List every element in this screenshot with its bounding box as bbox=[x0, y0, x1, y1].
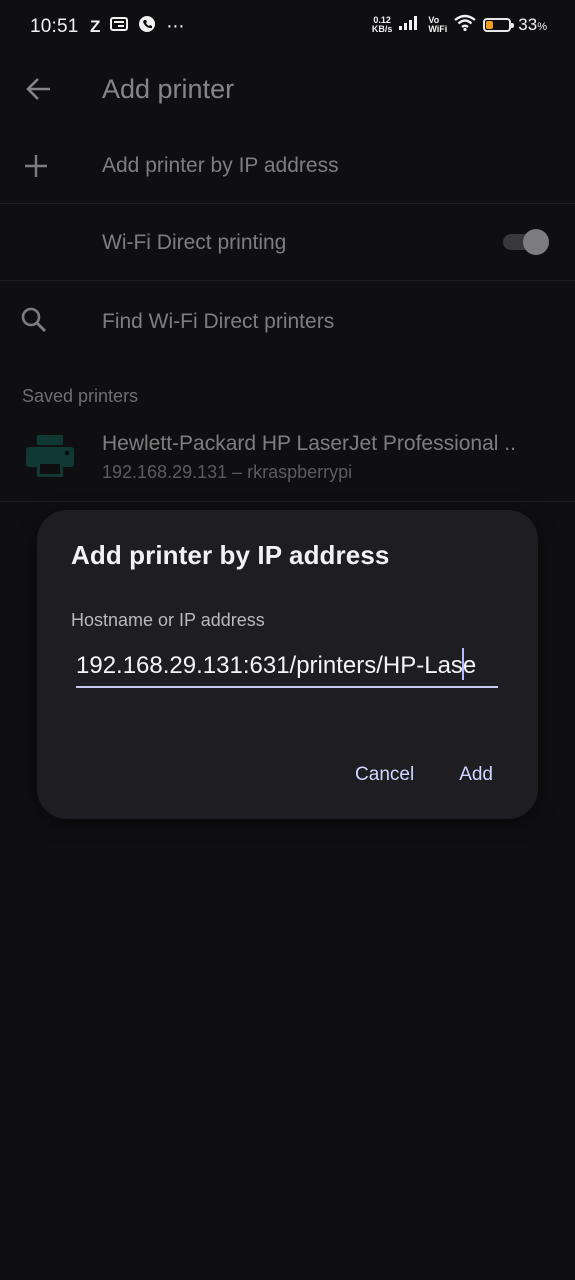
page-title: Add printer bbox=[102, 74, 235, 104]
wifi-direct-label: Wi-Fi Direct printing bbox=[102, 231, 287, 254]
screen: 10:51 Z ⋯ 0.12 KB/s Vo WiFi 33% Add prin… bbox=[0, 0, 575, 1280]
find-wifi-direct-label: Find Wi-Fi Direct printers bbox=[102, 310, 335, 333]
add-by-ip-row[interactable]: Add printer by IP address bbox=[0, 128, 575, 204]
hostname-field-label: Hostname or IP address bbox=[71, 610, 265, 630]
add-button[interactable]: Add bbox=[459, 764, 493, 786]
notification-icons: Z ⋯ bbox=[90, 15, 185, 38]
search-icon bbox=[21, 307, 47, 333]
battery-icon bbox=[483, 18, 515, 32]
find-wifi-direct-row[interactable]: Find Wi-Fi Direct printers bbox=[0, 282, 575, 358]
net-speed-unit: KB/s bbox=[371, 24, 393, 34]
printer-icon bbox=[26, 435, 74, 477]
vowifi-line2: WiFi bbox=[428, 24, 448, 34]
plus-icon bbox=[25, 155, 47, 177]
wifi-direct-row[interactable]: Wi-Fi Direct printing bbox=[0, 205, 575, 281]
status-time: 10:51 bbox=[30, 16, 79, 37]
dialog-actions: Cancel Add bbox=[355, 764, 493, 786]
phone-app-icon bbox=[138, 15, 156, 38]
network-speed: 0.12 KB/s bbox=[372, 16, 393, 34]
battery-percent-sign: % bbox=[537, 21, 547, 33]
dialog-title: Add printer by IP address bbox=[71, 540, 390, 570]
text-cursor bbox=[462, 648, 464, 680]
z-app-icon: Z bbox=[90, 16, 101, 36]
add-by-ip-label: Add printer by IP address bbox=[102, 154, 339, 177]
signal-icon bbox=[399, 15, 421, 35]
status-bar: 10:51 Z ⋯ 0.12 KB/s Vo WiFi 33% bbox=[0, 0, 575, 56]
hostname-input[interactable]: 192.168.29.131:631/printers/HP-Lase bbox=[76, 644, 498, 688]
toggle-thumb bbox=[523, 229, 549, 255]
system-indicators: 0.12 KB/s Vo WiFi 33% bbox=[372, 14, 547, 36]
battery-percent-value: 33 bbox=[518, 15, 538, 34]
back-arrow-icon[interactable] bbox=[24, 74, 54, 104]
more-dots-icon: ⋯ bbox=[166, 16, 186, 36]
wifi-icon bbox=[454, 14, 477, 36]
cancel-button[interactable]: Cancel bbox=[355, 764, 414, 786]
hostname-input-value: 192.168.29.131:631/printers/HP-Lase bbox=[76, 652, 477, 679]
app-bar: Add printer bbox=[0, 60, 575, 120]
add-printer-dialog: Add printer by IP address Hostname or IP… bbox=[37, 510, 538, 819]
saved-printer-item[interactable]: Hewlett-Packard HP LaserJet Professional… bbox=[0, 420, 575, 502]
wifi-direct-toggle[interactable] bbox=[503, 229, 549, 255]
battery-fill bbox=[486, 21, 494, 29]
printer-detail: 192.168.29.131 – rkraspberrypi bbox=[102, 462, 353, 482]
message-icon bbox=[110, 16, 129, 37]
battery-percent: 33% bbox=[518, 15, 547, 35]
vowifi-indicator: Vo WiFi bbox=[428, 16, 447, 34]
printer-name: Hewlett-Packard HP LaserJet Professional… bbox=[102, 432, 516, 455]
saved-printers-header: Saved printers bbox=[22, 386, 139, 406]
